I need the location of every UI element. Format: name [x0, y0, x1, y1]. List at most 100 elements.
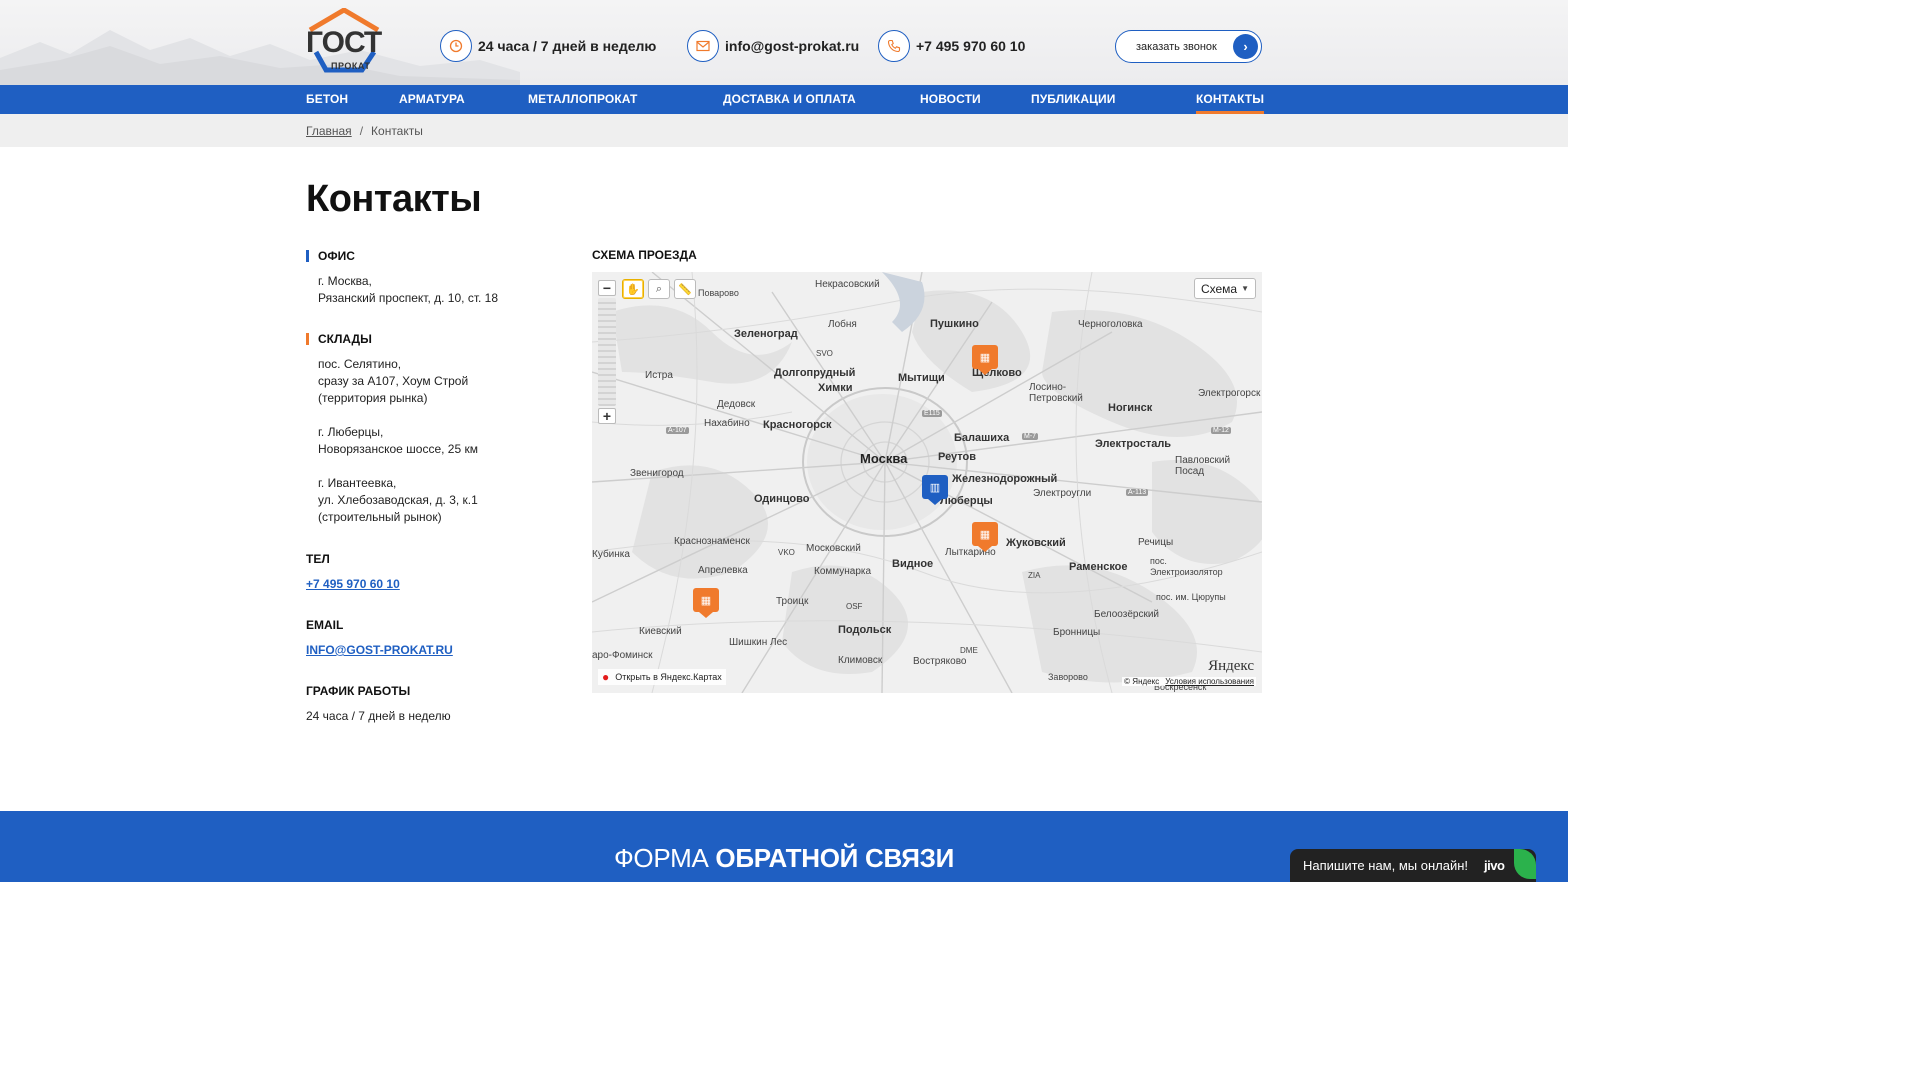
map-label-town: пос. им. Цюрупы: [1156, 592, 1226, 602]
header-email[interactable]: info@gost-prokat.ru: [687, 30, 859, 62]
map-label-city: Раменское: [1069, 561, 1128, 573]
caret-down-icon: ▼: [1241, 284, 1249, 293]
map-label-city: Электросталь: [1095, 438, 1172, 450]
map-label-town: Некрасовский: [815, 279, 880, 290]
nav-item-rebar[interactable]: АРМАТУРА: [399, 85, 465, 114]
page-title: Контакты: [306, 178, 482, 220]
office-address: г. Москва, Рязанский проспект, д. 10, ст…: [306, 273, 566, 307]
feedback-title-light: ФОРМА: [613, 843, 716, 873]
nav-item-contacts[interactable]: КОНТАКТЫ: [1196, 85, 1265, 114]
map-label-town: Павловский Посад: [1175, 455, 1231, 477]
warehouse-address: г. Люберцы, Новорязанское шоссе, 25 км: [306, 424, 566, 458]
map-label-town: Электрогорск: [1198, 388, 1261, 399]
warehouse-address-line: (строительный рынок): [318, 510, 442, 524]
chat-leaf-icon: [1514, 849, 1536, 879]
map-label-town: Поварово: [698, 288, 739, 298]
open-in-yandex-maps-link[interactable]: ● Открыть в Яндекс.Картах: [598, 669, 726, 685]
nav-item-concrete[interactable]: БЕТОН: [306, 85, 348, 114]
breadcrumb: Главная / Контакты: [0, 114, 1568, 147]
contacts-column: ОФИС г. Москва, Рязанский проспект, д. 1…: [306, 248, 566, 725]
email-heading: EMAIL: [306, 618, 344, 632]
breadcrumb-separator: /: [359, 124, 364, 138]
map-heading: СХЕМА ПРОЕЗДА: [592, 248, 697, 262]
phone-icon: [878, 30, 910, 62]
map-road-sign: M-12: [1211, 427, 1231, 434]
magnifier-icon[interactable]: ⌕: [648, 279, 670, 299]
site-logo[interactable]: ГОСТ ПРОКАТ: [304, 8, 384, 74]
warehouse-address-line: (территория рынка): [318, 391, 428, 405]
map-label-town: пос. Электроизолятор: [1150, 556, 1223, 577]
map-terms-link[interactable]: Условия использования: [1165, 677, 1254, 686]
map-label-airport: DME: [960, 646, 978, 655]
map-marker-warehouse[interactable]: ▦: [693, 588, 719, 618]
callback-button[interactable]: заказать звонок ›: [1115, 30, 1262, 63]
map-marker-warehouse[interactable]: ▦: [972, 522, 998, 552]
nav-item-delivery[interactable]: ДОСТАВКА И ОПЛАТА: [723, 85, 856, 114]
map-toolbar: ✋ ⌕ 📏: [622, 279, 696, 299]
map-label-town: Московский: [806, 543, 861, 554]
nav-item-news[interactable]: НОВОСТИ: [920, 85, 981, 114]
header: ГОСТ ПРОКАТ 24 часа / 7 дней в неделю in…: [0, 0, 1568, 85]
open-in-yandex-maps-label: Открыть в Яндекс.Картах: [615, 672, 722, 682]
map-label-town: аро-Фоминск: [592, 650, 653, 661]
map-label-airport: OSF: [846, 602, 863, 611]
map-pin-icon: ●: [602, 670, 610, 684]
hours-value: 24 часа / 7 дней в неделю: [306, 709, 451, 723]
nav-item-metal[interactable]: МЕТАЛЛОПРОКАТ: [528, 85, 637, 114]
map-label-town: Белоозёрский: [1094, 609, 1160, 620]
map-label-city: Подольск: [838, 624, 892, 636]
map-label-city: Долгопрудный: [774, 367, 856, 379]
warehouse-address: г. Ивантеевка, ул. Хлебозаводская, д. 3,…: [306, 475, 566, 526]
map-label-airport: VKO: [778, 548, 795, 557]
header-schedule: 24 часа / 7 дней в неделю: [440, 30, 656, 62]
chat-widget[interactable]: Напишите нам, мы онлайн! jivo: [1290, 849, 1536, 882]
map-label-town: Нахабино: [704, 418, 750, 429]
header-email-text[interactable]: info@gost-prokat.ru: [725, 38, 859, 54]
map-marker-warehouse[interactable]: ▦: [972, 345, 998, 375]
map-label-town: Речицы: [1138, 537, 1174, 548]
map-label-town: Звенигород: [630, 468, 684, 479]
map-road-sign: A-113: [1126, 489, 1149, 496]
map-label-town: Лосино- Петровский: [1029, 382, 1083, 404]
office-address-line: Рязанский проспект, д. 10, ст. 18: [318, 291, 498, 305]
tel-link[interactable]: +7 495 970 60 10: [306, 577, 400, 591]
yandex-map[interactable]: Москва Зеленоград Долгопрудный Химки Мыт…: [592, 272, 1262, 693]
chat-widget-text: Напишите нам, мы онлайн!: [1303, 858, 1469, 873]
map-label-airport: SVO: [816, 349, 833, 358]
map-copyright-text: © Яндекс: [1124, 677, 1160, 686]
map-label-city: Пушкино: [930, 318, 979, 330]
map-label-town: Киевский: [639, 626, 682, 637]
tel-heading: ТЕЛ: [306, 552, 330, 566]
map-label-town: Апрелевка: [698, 565, 748, 576]
map-road-sign: M-7: [1022, 433, 1039, 440]
map-label-city: Зеленоград: [734, 328, 798, 340]
warehouses-heading: СКЛАДЫ: [306, 331, 566, 347]
map-label-city: Мытищи: [898, 372, 945, 384]
clock-icon: [440, 30, 472, 62]
nav-item-publications[interactable]: ПУБЛИКАЦИИ: [1031, 85, 1115, 114]
chat-brand: jivo: [1484, 858, 1505, 873]
header-phone-text[interactable]: +7 495 970 60 10: [916, 38, 1025, 54]
header-phone[interactable]: +7 495 970 60 10: [878, 30, 1025, 62]
warehouse-address-line: пос. Селятино,: [318, 357, 402, 371]
map-zoom-control: − +: [598, 280, 616, 428]
breadcrumb-home-link[interactable]: Главная: [306, 124, 352, 138]
hand-drag-icon[interactable]: ✋: [622, 279, 644, 299]
map-label-city: Одинцово: [754, 493, 810, 505]
mail-icon: [687, 30, 719, 62]
warehouse-address-line: г. Люберцы,: [318, 425, 384, 439]
map-marker-office[interactable]: ▥: [922, 475, 948, 505]
map-type-selector[interactable]: Схема ▼: [1193, 278, 1256, 299]
warehouse-icon: ▦: [972, 345, 998, 369]
map-label-town: Электроугли: [1033, 488, 1092, 499]
zoom-out-button[interactable]: −: [598, 280, 616, 296]
email-link[interactable]: INFO@GOST-PROKAT.RU: [306, 643, 453, 657]
ruler-icon[interactable]: 📏: [674, 279, 696, 299]
warehouse-icon: ▦: [972, 522, 998, 546]
zoom-slider[interactable]: [598, 298, 616, 406]
zoom-in-button[interactable]: +: [598, 408, 616, 424]
map-label-town: Кубинка: [592, 549, 630, 560]
map-label-town: Шишкин Лес: [729, 637, 788, 648]
warehouse-address: пос. Селятино, сразу за А107, Хоум Строй…: [306, 356, 566, 407]
feedback-title-bold: ОБРАТНОЙ СВЯЗИ: [715, 843, 955, 873]
